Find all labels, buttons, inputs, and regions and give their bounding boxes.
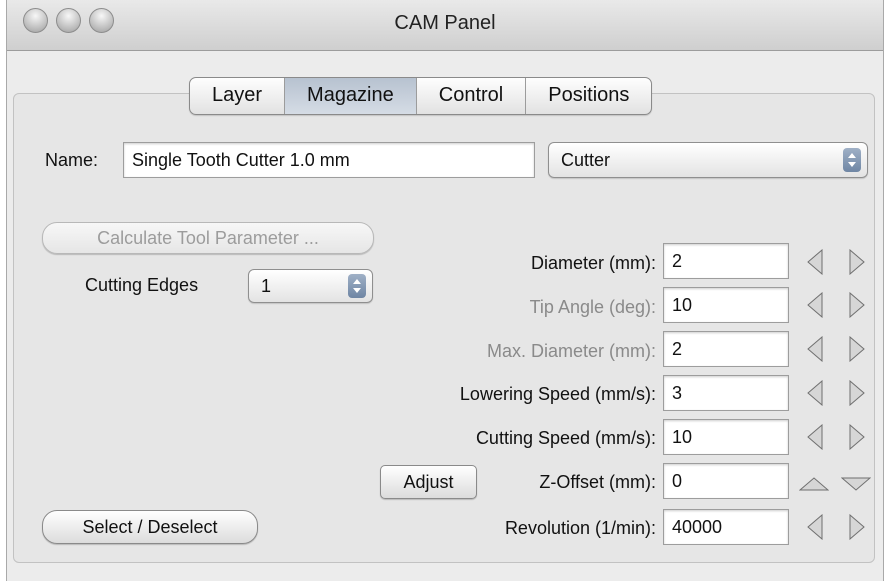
diameter-increase-icon[interactable]: [849, 249, 865, 275]
lowering-speed-input[interactable]: 3: [663, 375, 789, 411]
tab-positions[interactable]: Positions: [526, 78, 651, 114]
cutting-edges-select[interactable]: 1: [248, 269, 373, 303]
tab-layer[interactable]: Layer: [190, 78, 286, 114]
cutting-edges-label: Cutting Edges: [85, 275, 199, 295]
window-title: CAM Panel: [394, 12, 496, 34]
lowering-speed-label: Lowering Speed (mm/s):: [459, 384, 656, 404]
cutting-edges-value: 1: [261, 276, 272, 296]
select-arrows-icon: [843, 148, 861, 172]
cutting-speed-decrease-icon[interactable]: [807, 424, 823, 450]
lowering-speed-decrease-icon[interactable]: [807, 380, 823, 406]
cam-panel-window: CAM Panel Layer Magazine Control Positio…: [6, 0, 884, 581]
tip-angle-label: Tip Angle (deg):: [529, 297, 656, 317]
z-offset-up-icon[interactable]: [799, 477, 829, 491]
revolution-increase-icon[interactable]: [849, 514, 865, 540]
z-offset-input[interactable]: 0: [663, 463, 789, 499]
diameter-decrease-icon[interactable]: [807, 249, 823, 275]
select-arrows-icon: [348, 274, 366, 298]
diameter-input[interactable]: 2: [663, 243, 789, 279]
z-offset-label: Z-Offset (mm):: [539, 472, 656, 492]
max-diameter-decrease-icon[interactable]: [807, 336, 823, 362]
tip-angle-input[interactable]: 10: [663, 287, 789, 323]
cutting-speed-input[interactable]: 10: [663, 419, 789, 455]
cutting-speed-increase-icon[interactable]: [849, 424, 865, 450]
max-diameter-increase-icon[interactable]: [849, 336, 865, 362]
name-label: Name:: [45, 150, 99, 170]
revolution-label: Revolution (1/min):: [504, 518, 656, 538]
revolution-input[interactable]: 40000: [663, 509, 789, 545]
calculate-tool-parameter-button[interactable]: Calculate Tool Parameter ...: [42, 222, 374, 254]
adjust-button[interactable]: Adjust: [380, 465, 477, 499]
tool-type-select[interactable]: Cutter: [548, 142, 868, 178]
max-diameter-label: Max. Diameter (mm):: [486, 341, 656, 361]
z-offset-down-icon[interactable]: [841, 477, 871, 491]
title-bar[interactable]: CAM Panel: [7, 0, 883, 51]
select-deselect-button[interactable]: Select / Deselect: [42, 510, 258, 544]
tip-angle-decrease-icon[interactable]: [807, 292, 823, 318]
tab-bar: Layer Magazine Control Positions: [189, 77, 653, 115]
diameter-label: Diameter (mm):: [531, 253, 656, 273]
tip-angle-increase-icon[interactable]: [849, 292, 865, 318]
cutting-speed-label: Cutting Speed (mm/s):: [475, 428, 656, 448]
tab-control[interactable]: Control: [417, 78, 527, 114]
lowering-speed-increase-icon[interactable]: [849, 380, 865, 406]
tool-type-value: Cutter: [561, 150, 611, 170]
tool-name-input[interactable]: Single Tooth Cutter 1.0 mm: [123, 142, 535, 178]
revolution-decrease-icon[interactable]: [807, 514, 823, 540]
tab-magazine[interactable]: Magazine: [285, 78, 417, 114]
max-diameter-input[interactable]: 2: [663, 331, 789, 367]
